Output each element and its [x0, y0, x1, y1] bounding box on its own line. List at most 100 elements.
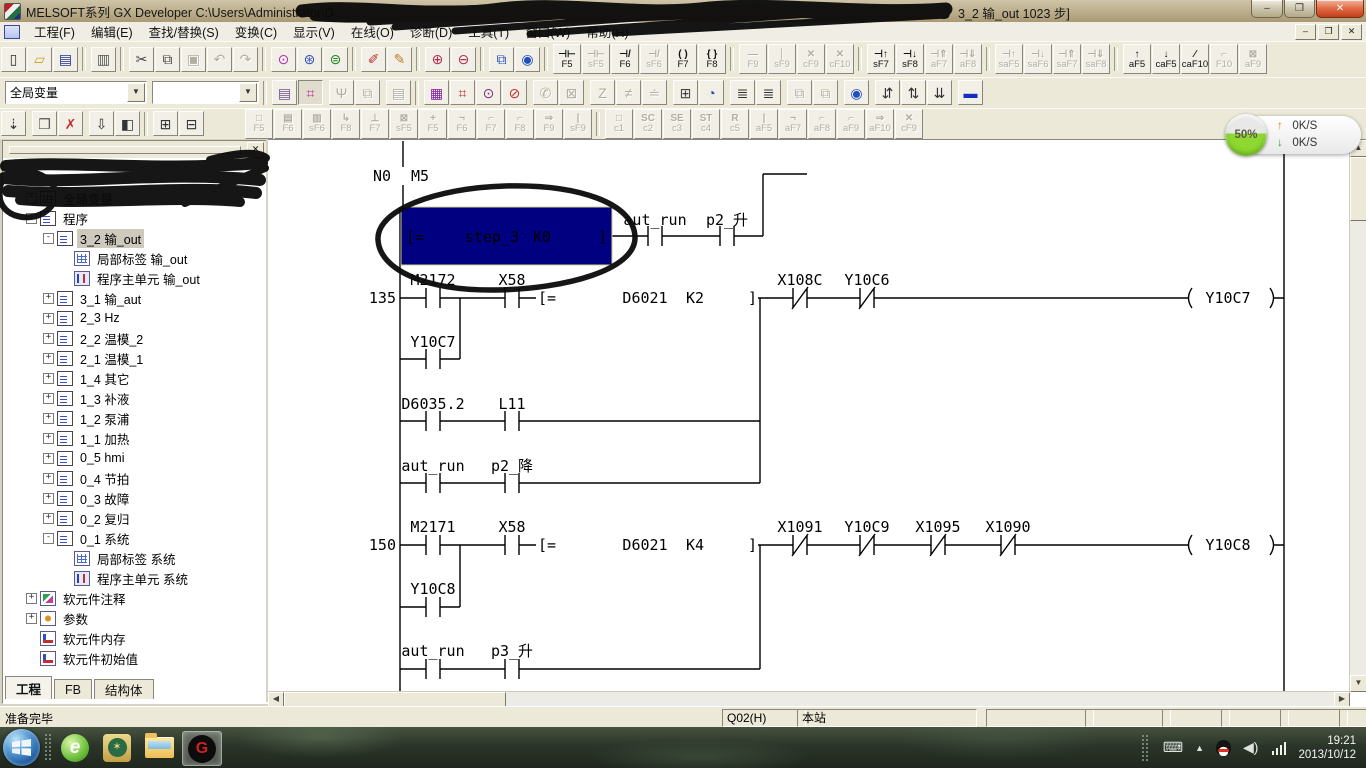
cut-button[interactable]: ✂: [129, 47, 154, 72]
ladder-symbol-F7-button[interactable]: ⌐F7: [477, 109, 505, 139]
expand-icon[interactable]: +: [43, 373, 54, 384]
ladder-symbol-F7-button[interactable]: ⊥F7: [361, 109, 389, 139]
ladder-symbol-aF10-button[interactable]: ⇒aF10: [866, 109, 894, 139]
ladder-symbol-F6-button[interactable]: ¬F6: [448, 109, 476, 139]
monitor-write-mode-button[interactable]: ✎: [387, 47, 412, 72]
tray-expand-icon[interactable]: ▲: [1195, 743, 1204, 753]
ladder-symbol-aF5-button[interactable]: ↑aF5: [1123, 44, 1151, 74]
tree-item-局部标签-系统[interactable]: 局部标签 系统: [3, 548, 267, 568]
taskbar-explorer-button[interactable]: [140, 731, 178, 764]
tree-item-软元件注释[interactable]: +软元件注释: [3, 588, 267, 608]
device-replace-button[interactable]: ⊘: [502, 80, 527, 105]
net-speed-widget[interactable]: 50% ↑ 0K/S ↓ 0K/S: [1225, 112, 1365, 158]
tree-item-软元件初始值[interactable]: 软元件初始值: [3, 648, 267, 668]
ladder-symbol-cF9-button[interactable]: ✕cF9: [895, 109, 923, 139]
ladder-symbol-c5-button[interactable]: Rc5: [721, 109, 749, 139]
horizontal-scroll-thumb[interactable]: [284, 692, 506, 707]
menu-查找/替换[interactable]: 查找/替换(S): [141, 21, 227, 42]
tree-item-1_4-其它[interactable]: +1_4 其它: [3, 368, 267, 388]
menu-在线[interactable]: 在线(O): [343, 21, 402, 42]
ladder-symbol-sF6-button[interactable]: ⊣/sF6: [640, 44, 668, 74]
ladder-symbol-F6-button[interactable]: ⊣/F6: [611, 44, 639, 74]
remote-operation-button[interactable]: ⊠: [559, 80, 584, 105]
scan-loop-run-button[interactable]: ⇊: [927, 80, 952, 105]
expand-icon[interactable]: +: [43, 413, 54, 424]
device-batch-monitor-button[interactable]: ⊞: [673, 80, 698, 105]
tree-expand-button[interactable]: ⊟: [179, 111, 204, 136]
ladder-symbol-F6-button[interactable]: ▤F6: [274, 109, 302, 139]
vertical-scrollbar[interactable]: ▲ ▼: [1349, 140, 1366, 692]
minimize-button[interactable]: –: [1251, 0, 1283, 18]
window-cascade-button[interactable]: ⧉: [787, 80, 812, 105]
tree-item-局部标签-输_out[interactable]: 局部标签 输_out: [3, 248, 267, 268]
monitor-condition-button[interactable]: ◔: [699, 80, 724, 105]
ladder-symbol-aF7-button[interactable]: ¬aF7: [779, 109, 807, 139]
tree-item-0_2-复归[interactable]: +0_2 复归: [3, 508, 267, 528]
transfer-setup-button[interactable]: ✆: [533, 80, 558, 105]
paste-button[interactable]: ▣: [181, 47, 206, 72]
ladder-symbol-caF5-button[interactable]: ↓caF5: [1152, 44, 1180, 74]
write-mode-button[interactable]: ✐: [361, 47, 386, 72]
network-signal-icon[interactable]: [1270, 741, 1286, 755]
scroll-right-icon[interactable]: ▶: [1334, 692, 1350, 707]
ladder-symbol-c4-button[interactable]: STc4: [692, 109, 720, 139]
start-button[interactable]: [3, 729, 40, 766]
qq-tray-icon[interactable]: [1216, 740, 1231, 756]
ladder-symbol-c2-button[interactable]: SCc2: [634, 109, 662, 139]
ladder-symbol-sF9-button[interactable]: |sF9: [564, 109, 592, 139]
mdi-child-icon[interactable]: [4, 25, 20, 39]
expand-icon[interactable]: +: [43, 353, 54, 364]
sort-step-no-button[interactable]: ⇩: [89, 111, 114, 136]
tree-item-0_1-系统[interactable]: -0_1 系统: [3, 528, 267, 548]
tree-item-2_2-温模_2[interactable]: +2_2 温模_2: [3, 328, 267, 348]
expand-icon[interactable]: +: [43, 473, 54, 484]
find-string-button[interactable]: ⊜: [323, 47, 348, 72]
tree-item-2_3-Hz[interactable]: +2_3 Hz: [3, 308, 267, 328]
tree-item-软元件内存[interactable]: 软元件内存: [3, 628, 267, 648]
ld-logic-test-button[interactable]: ▦: [424, 80, 449, 105]
taskbar-security-button[interactable]: ✶: [98, 731, 136, 764]
tree-item-全局变量[interactable]: +全局变量: [3, 188, 267, 208]
ladder-symbol-aF7-button[interactable]: ⊣⇑aF7: [925, 44, 953, 74]
doc-find-button[interactable]: ▤: [272, 80, 297, 105]
scan-step-run-button[interactable]: ⇅: [901, 80, 926, 105]
ladder-symbol-cF9-button[interactable]: ✕cF9: [797, 44, 825, 74]
close-button[interactable]: ✕: [1316, 0, 1364, 18]
taskbar-browser-button[interactable]: e: [56, 731, 94, 764]
tree-item-1_2-泵浦[interactable]: +1_2 泵浦: [3, 408, 267, 428]
ladder-symbol-F9-button[interactable]: ⇒F9: [535, 109, 563, 139]
expand-icon[interactable]: +: [43, 393, 54, 404]
scroll-down-icon[interactable]: ▼: [1350, 675, 1366, 692]
menu-工程[interactable]: 工程(F): [26, 21, 83, 42]
expand-icon[interactable]: +: [43, 293, 54, 304]
collapse-icon[interactable]: -: [43, 533, 54, 544]
label-program-tree-button[interactable]: ⌗: [298, 80, 323, 105]
expand-icon[interactable]: +: [43, 433, 54, 444]
expand-icon[interactable]: +: [43, 333, 54, 344]
vertical-scroll-thumb[interactable]: [1350, 157, 1366, 221]
tree-item-参数[interactable]: +参数: [3, 608, 267, 628]
tab-工程[interactable]: 工程: [5, 676, 52, 699]
ladder-symbol-sF8-button[interactable]: ⊣↓sF8: [896, 44, 924, 74]
expand-icon[interactable]: +: [43, 453, 54, 464]
menu-显示[interactable]: 显示(V): [285, 21, 343, 42]
scroll-left-icon[interactable]: ◀: [268, 692, 284, 707]
tab-结构体[interactable]: 结构体: [94, 679, 154, 699]
variable-scope-combo[interactable]: 全局变量▼: [5, 81, 147, 104]
mdi-restore-button[interactable]: ❐: [1318, 24, 1339, 40]
ladder-symbol-F5-button[interactable]: ⊣⊢F5: [553, 44, 581, 74]
tree-item-0_5-hmi[interactable]: +0_5 hmi: [3, 448, 267, 468]
new-project-button[interactable]: ▯: [1, 47, 26, 72]
ladder-symbol-F8-button[interactable]: { }F8: [698, 44, 726, 74]
tree-panel-grip[interactable]: [9, 146, 241, 154]
memory-percent-ball[interactable]: 50%: [1225, 114, 1267, 156]
ladder-symbol-saF8-button[interactable]: ⊣⇓saF8: [1082, 44, 1110, 74]
taskbar-gx-developer-button[interactable]: G: [182, 731, 222, 766]
window-swap-button[interactable]: ⧉: [489, 47, 514, 72]
open-project-button[interactable]: ▱: [27, 47, 52, 72]
ladder-symbol-cF10-button[interactable]: ✕cF10: [826, 44, 854, 74]
redo-button[interactable]: ↷: [233, 47, 258, 72]
device-find-button[interactable]: ⊙: [476, 80, 501, 105]
ladder-symbol-F5-button[interactable]: □F5: [245, 109, 273, 139]
copy-button[interactable]: ⧉: [155, 47, 180, 72]
